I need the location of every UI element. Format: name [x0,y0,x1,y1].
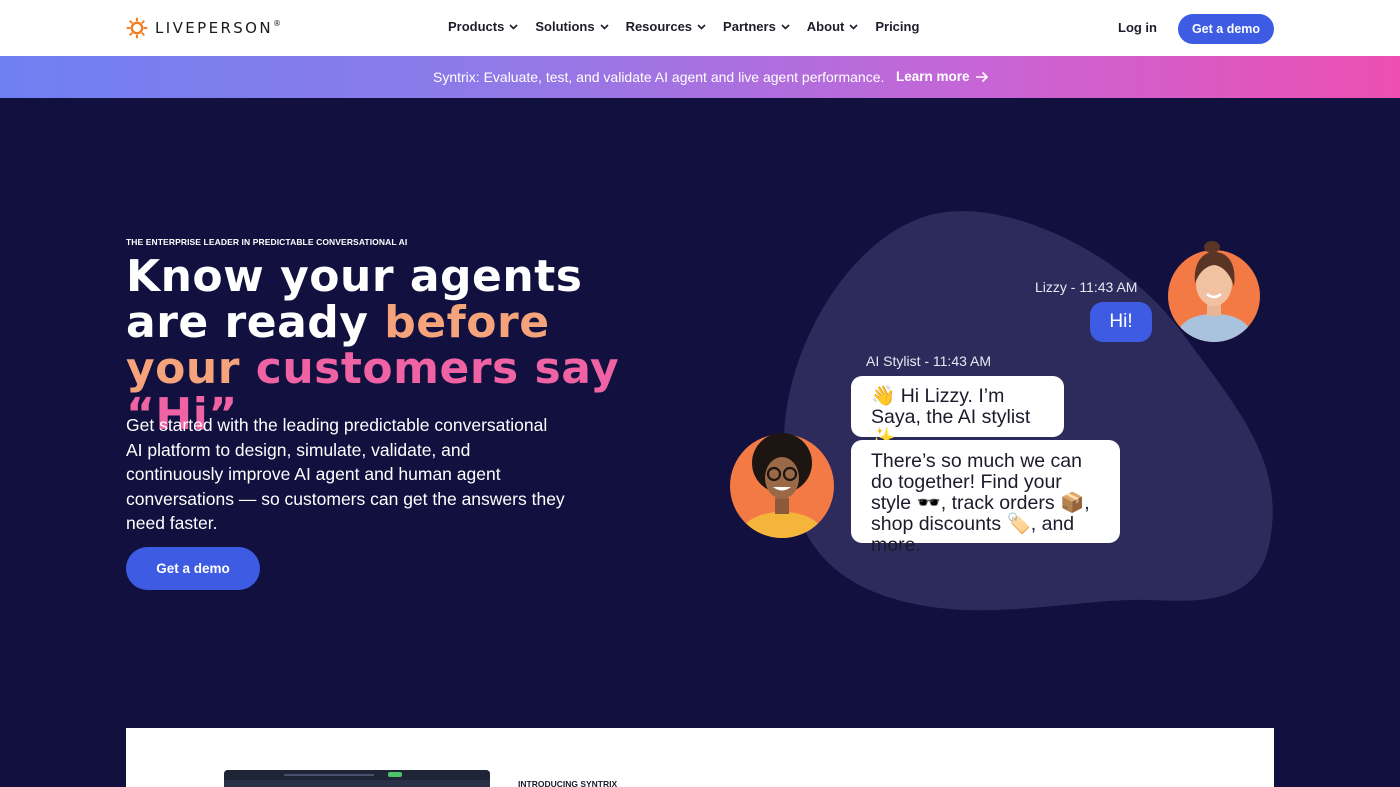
hero-get-demo-button[interactable]: Get a demo [126,547,260,590]
menu-resources[interactable]: Resources [626,19,706,34]
menu-partners-label: Partners [723,19,776,34]
syntrix-intro-card: INTRODUCING SYNTRIX [126,728,1274,787]
chevron-down-icon [697,23,706,30]
liveperson-logo[interactable]: LIVEPERSON® [126,17,281,39]
menu-products[interactable]: Products [448,19,518,34]
banner-learn-more-link[interactable]: Learn more [896,69,989,84]
main-menu: Products Solutions Resources Partners Ab… [448,19,936,34]
bot-message-bubble-1: 👋 Hi Lizzy. I’m Saya, the AI stylist ✨ [851,376,1064,449]
menu-partners[interactable]: Partners [723,19,790,34]
chevron-down-icon [599,23,609,30]
menu-solutions[interactable]: Solutions [535,19,609,34]
card-eyebrow: INTRODUCING SYNTRIX [518,779,618,787]
ai-stylist-avatar [730,433,834,538]
user-timestamp: Lizzy - 11:43 AM [1035,279,1138,295]
registered-mark: ® [273,19,282,28]
hero-headline: Know your agents are ready before your c… [126,254,626,438]
sun-logo-icon [126,17,148,39]
user-message-bubble: Hi! [1090,302,1152,342]
menu-about[interactable]: About [807,19,859,34]
hero-description: Get started with the leading predictable… [126,415,565,533]
nav-get-demo-button[interactable]: Get a demo [1178,14,1274,44]
menu-products-label: Products [448,19,505,34]
screenshot-status-pill [388,772,402,777]
bot-timestamp: AI Stylist - 11:43 AM [866,353,992,369]
banner-link-label: Learn more [896,69,970,84]
lizzy-avatar [1168,241,1260,342]
chevron-down-icon [509,23,518,30]
logo-wordmark: LIVEPERSON® [155,19,282,37]
menu-about-label: About [806,19,845,34]
login-link[interactable]: Log in [1118,20,1157,35]
menu-pricing[interactable]: Pricing [875,19,919,34]
screenshot-tabs [284,774,374,776]
syntrix-app-screenshot [224,770,490,787]
announcement-banner: Syntrix: Evaluate, test, and validate AI… [0,56,1400,98]
chevron-down-icon [849,23,858,30]
menu-solutions-label: Solutions [535,19,595,34]
chevron-down-icon [781,23,790,30]
top-navigation: LIVEPERSON® Products Solutions Resources… [0,0,1400,56]
bot-message-bubble-2: There’s so much we can do together! Find… [851,440,1120,556]
banner-text: Syntrix: Evaluate, test, and validate AI… [433,69,885,85]
arrow-right-icon [975,71,988,82]
hero-eyebrow: THE ENTERPRISE LEADER IN PREDICTABLE CON… [126,237,408,247]
menu-pricing-label: Pricing [875,19,920,34]
menu-resources-label: Resources [625,19,693,34]
